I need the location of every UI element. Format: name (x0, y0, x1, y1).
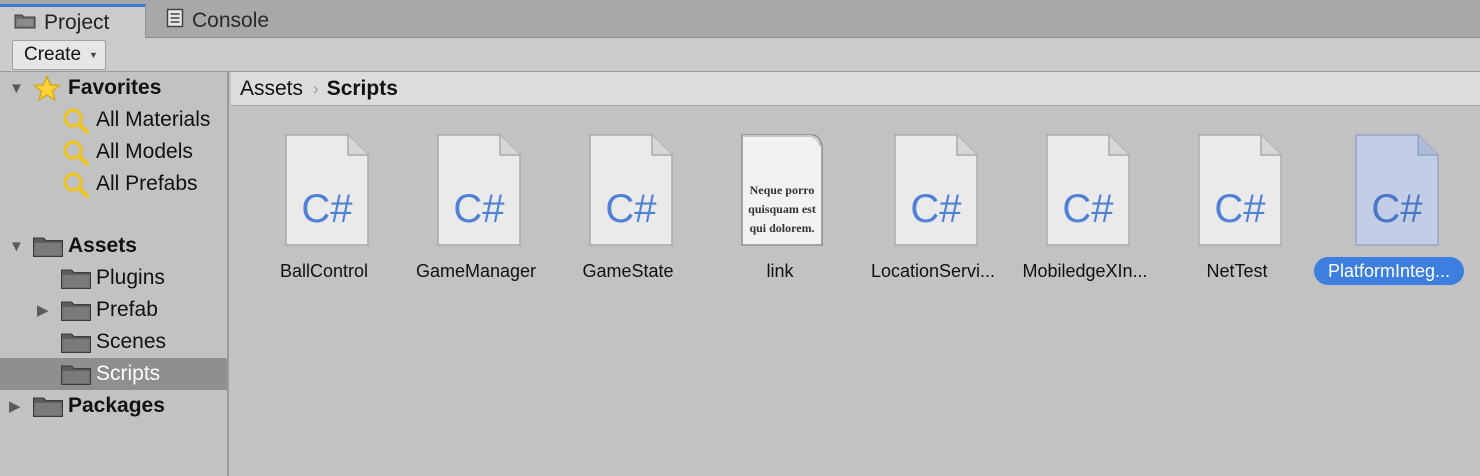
tree-item-all-prefabs[interactable]: All Prefabs (0, 168, 227, 200)
asset-name: BallControl (279, 261, 369, 281)
asset-name: link (766, 261, 794, 281)
folder-icon (61, 331, 91, 359)
tree-label: Scripts (96, 362, 161, 385)
breadcrumb: Assets › Scripts (231, 72, 1480, 106)
asset-item[interactable]: C# GameState (553, 134, 703, 294)
tab-console[interactable]: Console (164, 4, 314, 38)
tab-label: Project (44, 10, 110, 34)
text-preview-line: Neque porro (750, 183, 815, 197)
search-icon (61, 171, 91, 205)
csharp-script-icon: C# (1046, 134, 1130, 246)
expand-triangle-icon[interactable]: ▶ (9, 397, 21, 415)
tree-item-all-materials[interactable]: All Materials (0, 104, 227, 136)
csharp-script-icon: C# (437, 134, 521, 246)
asset-item[interactable]: C# MobiledgeXIn... (1010, 134, 1160, 294)
csharp-script-icon: C# (894, 134, 978, 246)
csharp-glyph: C# (605, 187, 657, 231)
asset-grid: C# BallControl C# GameManager C# GameSta… (231, 106, 1480, 476)
chevron-right-icon: › (313, 78, 319, 98)
toolbar: Create ▼ (0, 38, 1480, 72)
folder-icon (61, 267, 91, 295)
text-file-icon: Neque porro quisquam est qui dolorem. (741, 134, 823, 246)
expand-triangle-icon[interactable]: ▶ (37, 301, 49, 319)
tree-item-scenes[interactable]: Scenes (0, 326, 227, 358)
tree-label: Favorites (68, 76, 162, 99)
asset-item[interactable]: Neque porro quisquam est qui dolorem. link (705, 134, 855, 294)
tree-item-scripts[interactable]: Scripts (0, 358, 227, 390)
asset-item[interactable]: C# NetTest (1162, 134, 1312, 294)
breadcrumb-assets[interactable]: Assets (240, 77, 303, 101)
tab-bar: Project Console (0, 0, 1480, 38)
asset-name: MobiledgeXIn... (1022, 261, 1148, 281)
csharp-glyph: C# (1371, 187, 1423, 231)
tree-label: Prefab (96, 298, 158, 321)
tree-label: Assets (68, 234, 137, 257)
tree-label: All Prefabs (96, 172, 198, 195)
create-button[interactable]: Create ▼ (12, 40, 106, 70)
tree-item-prefab[interactable]: ▶ Prefab (0, 294, 227, 326)
asset-name: NetTest (1206, 261, 1268, 281)
project-sidebar: ▼ Favorites All Materials All Models All… (0, 72, 229, 476)
folder-icon (61, 299, 91, 327)
asset-item[interactable]: C# GameManager (401, 134, 551, 294)
expand-triangle-icon[interactable]: ▼ (9, 80, 24, 97)
tree-label: All Models (96, 140, 193, 163)
asset-name: LocationServi... (870, 261, 996, 281)
expand-triangle-icon[interactable]: ▼ (9, 238, 24, 255)
csharp-glyph: C# (301, 187, 353, 231)
console-icon (166, 8, 184, 34)
folder-icon (33, 395, 63, 423)
create-label: Create (24, 44, 82, 65)
tree-label: Plugins (96, 266, 165, 289)
csharp-script-icon: C# (589, 134, 673, 246)
tree-item-packages[interactable]: ▶ Packages (0, 390, 227, 422)
csharp-script-icon: C# (285, 134, 369, 246)
folder-icon (33, 235, 63, 263)
tree-item-favorites[interactable]: ▼ Favorites (0, 72, 227, 104)
asset-item-selected[interactable]: C# PlatformInteg... (1314, 134, 1469, 294)
text-preview-line: qui dolorem. (749, 221, 814, 235)
chevron-down-icon: ▼ (89, 50, 98, 60)
csharp-script-icon: C# (1198, 134, 1282, 246)
breadcrumb-scripts[interactable]: Scripts (327, 77, 398, 101)
asset-item[interactable]: C# BallControl (249, 134, 399, 294)
asset-item[interactable]: C# LocationServi... (858, 134, 1008, 294)
csharp-glyph: C# (1062, 187, 1114, 231)
asset-name: GameState (582, 261, 674, 281)
tree-label: Packages (68, 394, 165, 417)
asset-name: PlatformInteg... (1314, 257, 1464, 285)
folder-icon (14, 11, 36, 35)
csharp-glyph: C# (1214, 187, 1266, 231)
tab-project[interactable]: Project (0, 4, 146, 38)
folder-icon (61, 363, 91, 391)
csharp-glyph: C# (453, 187, 505, 231)
tree-item-assets[interactable]: ▼ Assets (0, 230, 227, 262)
tree-label: Scenes (96, 330, 167, 353)
csharp-script-icon: C# (1355, 134, 1439, 246)
asset-name: GameManager (415, 261, 537, 281)
tree-item-plugins[interactable]: Plugins (0, 262, 227, 294)
tab-label: Console (192, 9, 270, 32)
tree-label: All Materials (96, 108, 211, 131)
tree-item-all-models[interactable]: All Models (0, 136, 227, 168)
text-preview-line: quisquam est (748, 202, 816, 216)
csharp-glyph: C# (910, 187, 962, 231)
